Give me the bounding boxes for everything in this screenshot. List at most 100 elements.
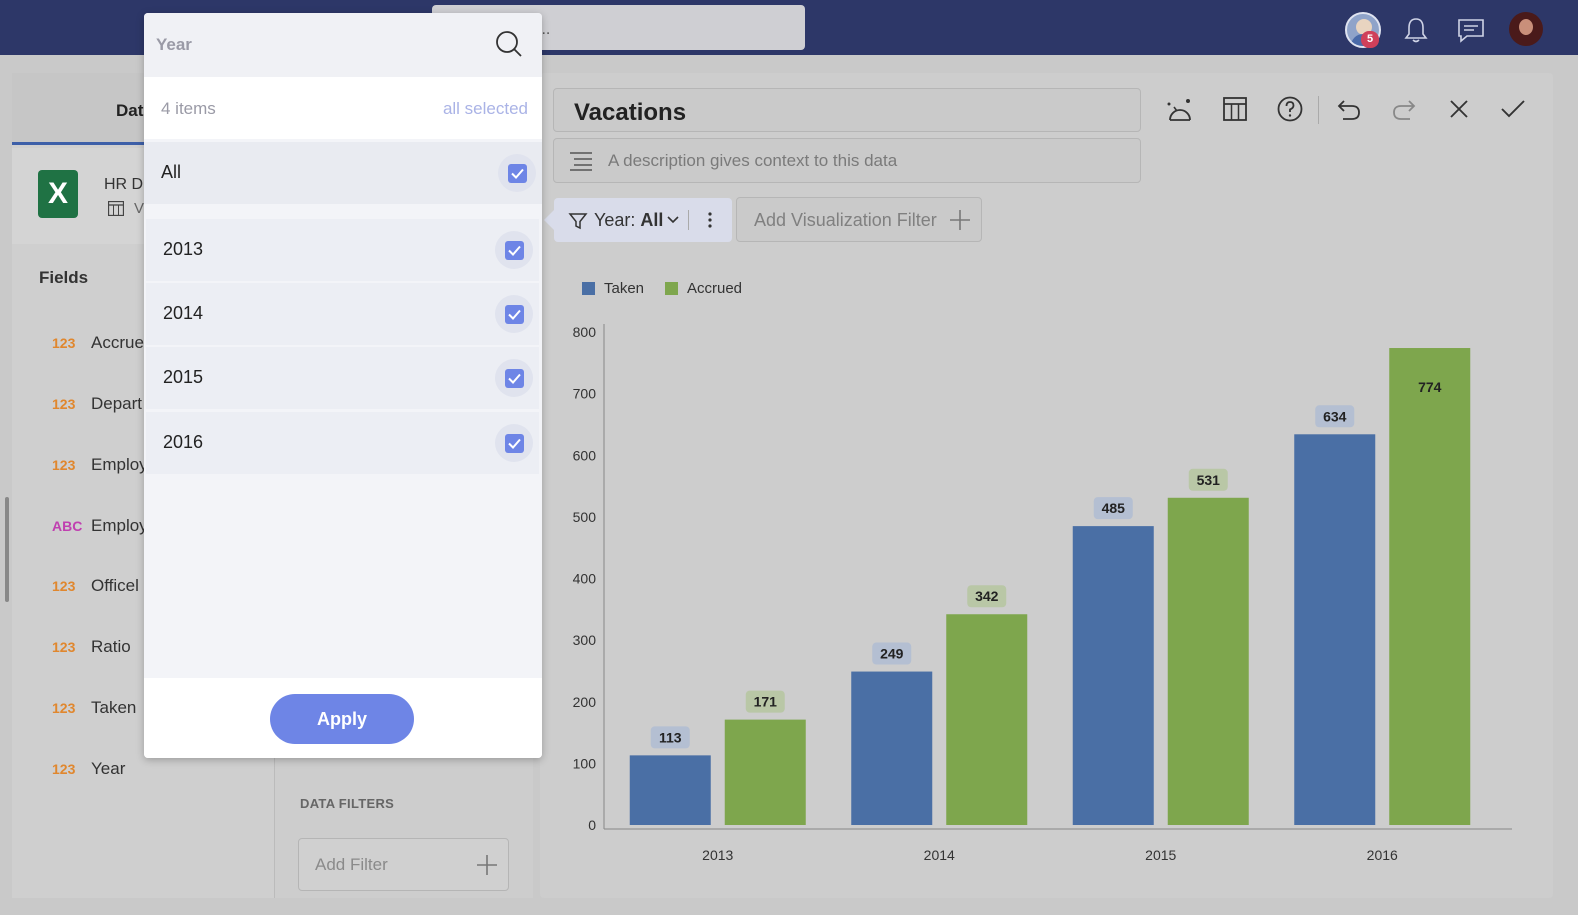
data-label: 531: [1197, 472, 1221, 488]
field-label: Taken: [91, 698, 137, 717]
checkbox-checked: [508, 164, 527, 183]
year-filter-value: All: [640, 210, 664, 230]
checkbox[interactable]: [498, 154, 536, 192]
datasource-name: HR D: [104, 176, 144, 193]
check-icon[interactable]: [1497, 93, 1529, 125]
legend-swatch: [665, 282, 678, 295]
dropdown-item[interactable]: 2015: [146, 347, 539, 409]
dropdown-item[interactable]: 2014: [146, 283, 539, 345]
data-label: 249: [880, 646, 904, 662]
x-tick-label: 2013: [702, 847, 733, 863]
year-filter-dropdown: Year 4 items all selected All 2013 2014 …: [144, 13, 542, 758]
text-lines-icon: [570, 152, 592, 171]
y-tick-label: 400: [573, 571, 597, 587]
notification-count-badge: 5: [1361, 31, 1379, 48]
bar-accrued: [724, 719, 806, 825]
data-label: 774: [1418, 379, 1442, 395]
bar-taken: [1072, 526, 1154, 825]
y-tick-label: 0: [588, 817, 596, 833]
checkmark-icon: [511, 168, 524, 179]
close-icon[interactable]: [1443, 93, 1475, 125]
y-tick-label: 200: [573, 694, 597, 710]
field-item[interactable]: 123 Accrue: [52, 333, 144, 357]
y-tick-label: 500: [573, 509, 597, 525]
field-item[interactable]: ABC Employ: [52, 516, 148, 540]
checkmark-icon: [508, 438, 521, 449]
chat-icon[interactable]: [1453, 12, 1489, 48]
numeric-type-icon: 123: [52, 578, 76, 594]
numeric-type-icon: 123: [52, 396, 76, 412]
checkbox-checked: [505, 241, 524, 260]
year-filter-name: Year:: [594, 210, 636, 230]
chart-type-icon[interactable]: [1164, 93, 1196, 125]
field-item[interactable]: 123 Year: [52, 759, 125, 783]
search-icon[interactable]: [494, 29, 524, 59]
dropdown-item-label: 2014: [163, 303, 204, 323]
dropdown-item[interactable]: 2016: [146, 412, 539, 474]
checkbox[interactable]: [495, 295, 533, 333]
data-label: 342: [975, 588, 999, 604]
dropdown-item[interactable]: 2013: [146, 219, 539, 281]
bar-taken: [851, 671, 933, 825]
help-icon[interactable]: [1274, 93, 1306, 125]
legend-label: Taken: [604, 280, 644, 297]
dropdown-item-label: All: [161, 162, 182, 182]
dropdown-search-input[interactable]: Year: [144, 13, 542, 77]
checkbox[interactable]: [495, 359, 533, 397]
field-item[interactable]: 123 Depart: [52, 394, 142, 418]
year-filter-chip[interactable]: Year: All: [554, 198, 732, 242]
numeric-type-icon: 123: [52, 700, 76, 716]
field-item[interactable]: 123 Ratio: [52, 637, 131, 661]
data-label: 171: [754, 694, 778, 710]
data-label: 634: [1323, 408, 1347, 424]
field-label: Officel: [91, 576, 139, 595]
more-options-icon[interactable]: [704, 210, 716, 230]
checkbox[interactable]: [495, 231, 533, 269]
legend-swatch: [582, 282, 595, 295]
viz-title-field[interactable]: Vacations: [553, 88, 1141, 132]
y-tick-label: 100: [573, 755, 597, 771]
chevron-down-icon: [667, 216, 679, 224]
all-selected-link[interactable]: all selected: [443, 99, 528, 119]
x-tick-label: 2015: [1145, 847, 1176, 863]
viz-title: Vacations: [574, 99, 687, 126]
filter-icon: [568, 213, 588, 230]
chip-divider: [688, 210, 689, 230]
field-item[interactable]: 123 Officel: [52, 576, 139, 600]
checkmark-icon: [508, 373, 521, 384]
dropdown-footer: Apply: [144, 678, 542, 758]
viz-description-placeholder: A description gives context to this data: [608, 151, 898, 170]
undo-icon[interactable]: [1333, 93, 1365, 125]
checkmark-icon: [508, 245, 521, 256]
add-filter-button[interactable]: Add Filter: [298, 838, 509, 891]
field-label: Year: [91, 759, 126, 778]
redo-icon[interactable]: [1388, 93, 1420, 125]
field-item[interactable]: 123 Taken: [52, 698, 136, 722]
y-tick-label: 600: [573, 447, 597, 463]
datasource-sub: V: [134, 200, 145, 217]
bell-icon[interactable]: [1398, 12, 1434, 48]
add-visualization-filter-button[interactable]: Add Visualization Filter: [736, 197, 982, 242]
dropdown-search-placeholder: Year: [156, 35, 192, 54]
dropdown-item-all[interactable]: All: [144, 142, 542, 204]
field-label: Accrue: [91, 333, 144, 352]
data-label: 113: [659, 729, 682, 745]
bar-taken: [1294, 434, 1376, 825]
field-item[interactable]: 123 Employ: [52, 455, 148, 479]
grid-view-icon[interactable]: [1219, 93, 1251, 125]
dropdown-item-label: 2013: [163, 239, 204, 259]
user-avatar[interactable]: [1509, 12, 1543, 46]
tab-data[interactable]: Dat: [116, 101, 143, 121]
year-filter-label: Year: All: [594, 210, 663, 231]
apply-button[interactable]: Apply: [270, 694, 414, 744]
plus-icon: [477, 855, 497, 875]
numeric-type-icon: 123: [52, 457, 76, 473]
left-scrollbar[interactable]: [5, 497, 9, 602]
viz-description-field[interactable]: A description gives context to this data: [553, 138, 1141, 183]
checkbox-checked: [505, 369, 524, 388]
fields-title: Fields: [39, 268, 89, 287]
numeric-type-icon: 123: [52, 761, 76, 777]
y-tick-label: 700: [573, 386, 597, 402]
add-filter-label: Add Filter: [315, 855, 388, 874]
checkbox[interactable]: [495, 424, 533, 462]
